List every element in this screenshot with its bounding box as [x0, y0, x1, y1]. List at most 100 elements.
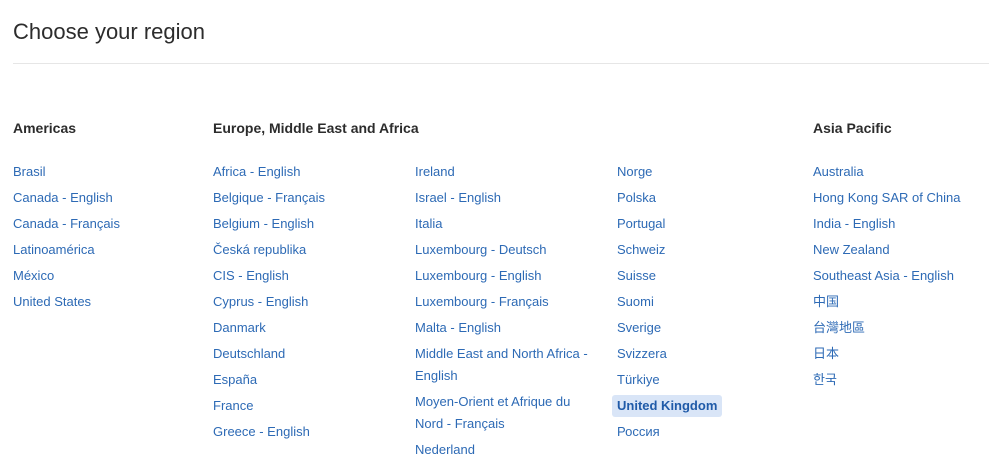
region-list-item: Portugal — [617, 213, 797, 239]
region-link[interactable]: Nederland — [415, 439, 475, 461]
region-list-item: Nederland — [415, 439, 600, 465]
region-link[interactable]: Latinoamérica — [13, 239, 95, 261]
region-link[interactable]: Luxembourg - Français — [415, 291, 549, 313]
region-link[interactable]: Luxembourg - Deutsch — [415, 239, 547, 261]
region-link[interactable]: Türkiye — [617, 369, 660, 391]
region-list-item: México — [13, 265, 193, 291]
region-list-item: Hong Kong SAR of China — [813, 187, 983, 213]
region-link[interactable]: 台灣地區 — [813, 317, 865, 339]
region-selector-page: Choose your region Americas Europe, Midd… — [0, 0, 989, 476]
region-list-item: 中国 — [813, 291, 983, 317]
region-list-item: France — [213, 395, 398, 421]
region-link[interactable]: Belgium - English — [213, 213, 314, 235]
region-list-item: India - English — [813, 213, 983, 239]
region-list-item: Luxembourg - Français — [415, 291, 600, 317]
region-link[interactable]: Schweiz — [617, 239, 665, 261]
region-link[interactable]: Australia — [813, 161, 864, 183]
region-link[interactable]: Česká republika — [213, 239, 306, 261]
region-link[interactable]: España — [213, 369, 257, 391]
region-link[interactable]: New Zealand — [813, 239, 890, 261]
page-title: Choose your region — [13, 19, 206, 44]
region-link[interactable]: United States — [13, 291, 91, 313]
region-list-item: Suisse — [617, 265, 797, 291]
region-list-item: Luxembourg - Deutsch — [415, 239, 600, 265]
americas-heading: Americas — [13, 120, 77, 136]
region-list-item: Belgium - English — [213, 213, 398, 239]
asia-pacific-region-list: Australia Hong Kong SAR of China India - E… — [813, 161, 983, 395]
region-list-item: Česká republika — [213, 239, 398, 265]
region-link[interactable]: Luxembourg - English — [415, 265, 541, 287]
region-link[interactable]: France — [213, 395, 253, 417]
region-link[interactable]: Ireland — [415, 161, 455, 183]
region-list-item: Canada - English — [13, 187, 193, 213]
region-link[interactable]: Canada - English — [13, 187, 113, 209]
region-link[interactable]: CIS - English — [213, 265, 289, 287]
region-link[interactable]: Suisse — [617, 265, 656, 287]
region-link[interactable]: Deutschland — [213, 343, 285, 365]
region-list-item: Ireland — [415, 161, 600, 187]
americas-region-list: Brasil Canada - English Canada - Français L… — [13, 161, 193, 317]
emea-region-list-column-2: Ireland Israel - English Italia Luxembourg … — [415, 161, 600, 465]
region-link[interactable]: Israel - English — [415, 187, 501, 209]
region-link[interactable]: Moyen-Orient et Afrique du Nord - França… — [415, 391, 600, 435]
emea-heading: Europe, Middle East and Africa — [213, 120, 419, 136]
region-list-item: Cyprus - English — [213, 291, 398, 317]
region-link[interactable]: 中国 — [813, 291, 839, 313]
region-link[interactable]: 한국 — [813, 369, 837, 391]
region-list-item: Luxembourg - English — [415, 265, 600, 291]
region-link[interactable]: Portugal — [617, 213, 665, 235]
region-link[interactable]: Malta - English — [415, 317, 501, 339]
region-list-item: Malta - English — [415, 317, 600, 343]
region-link[interactable]: Greece - English — [213, 421, 310, 443]
region-link[interactable]: India - English — [813, 213, 895, 235]
region-list-item: Norge — [617, 161, 797, 187]
region-link[interactable]: México — [13, 265, 54, 287]
region-link[interactable]: Belgique - Français — [213, 187, 325, 209]
region-list-item: Polska — [617, 187, 797, 213]
region-link[interactable]: Suomi — [617, 291, 654, 313]
region-link[interactable]: Norge — [617, 161, 652, 183]
region-list-item: Southeast Asia - English — [813, 265, 983, 291]
emea-region-list-column-1: Africa - English Belgique - Français Belgi… — [213, 161, 398, 447]
region-list-item: Danmark — [213, 317, 398, 343]
region-link[interactable]: Danmark — [213, 317, 266, 339]
region-link[interactable]: Svizzera — [617, 343, 667, 365]
region-link[interactable]: Africa - English — [213, 161, 300, 183]
region-link[interactable]: 日本 — [813, 343, 839, 365]
region-link[interactable]: Brasil — [13, 161, 46, 183]
region-list-item: Italia — [415, 213, 600, 239]
region-link-selected[interactable]: United Kingdom — [612, 395, 723, 417]
region-list-item: Latinoamérica — [13, 239, 193, 265]
region-list-item: United States — [13, 291, 193, 317]
region-link[interactable]: Hong Kong SAR of China — [813, 187, 960, 209]
region-list-item: Brasil — [13, 161, 193, 187]
region-list-item: Deutschland — [213, 343, 398, 369]
region-list-item: Svizzera — [617, 343, 797, 369]
region-link[interactable]: Italia — [415, 213, 442, 235]
region-list-item: Россия — [617, 421, 797, 447]
divider — [13, 63, 989, 64]
region-list-item: Middle East and North Africa - English — [415, 343, 600, 391]
region-list-item: 日本 — [813, 343, 983, 369]
region-link[interactable]: Sverige — [617, 317, 661, 339]
region-link[interactable]: Middle East and North Africa - English — [415, 343, 600, 387]
region-list-item: 한국 — [813, 369, 983, 395]
region-link[interactable]: Polska — [617, 187, 656, 209]
region-link[interactable]: Southeast Asia - English — [813, 265, 954, 287]
emea-region-list-column-3: Norge Polska Portugal Schweiz Suisse Suomi Sve… — [612, 161, 797, 447]
region-list-item: España — [213, 369, 398, 395]
region-list-item: Suomi — [617, 291, 797, 317]
region-list-item: Belgique - Français — [213, 187, 398, 213]
region-list-item: New Zealand — [813, 239, 983, 265]
region-link[interactable]: Canada - Français — [13, 213, 120, 235]
region-list-item: Türkiye — [617, 369, 797, 395]
region-list-item: Australia — [813, 161, 983, 187]
region-list-item: Greece - English — [213, 421, 398, 447]
region-list-item: 台灣地區 — [813, 317, 983, 343]
region-list-item: Schweiz — [617, 239, 797, 265]
region-list-item: Sverige — [617, 317, 797, 343]
region-list-item: Canada - Français — [13, 213, 193, 239]
region-link[interactable]: Россия — [617, 421, 660, 443]
region-link[interactable]: Cyprus - English — [213, 291, 308, 313]
region-list-item: Israel - English — [415, 187, 600, 213]
